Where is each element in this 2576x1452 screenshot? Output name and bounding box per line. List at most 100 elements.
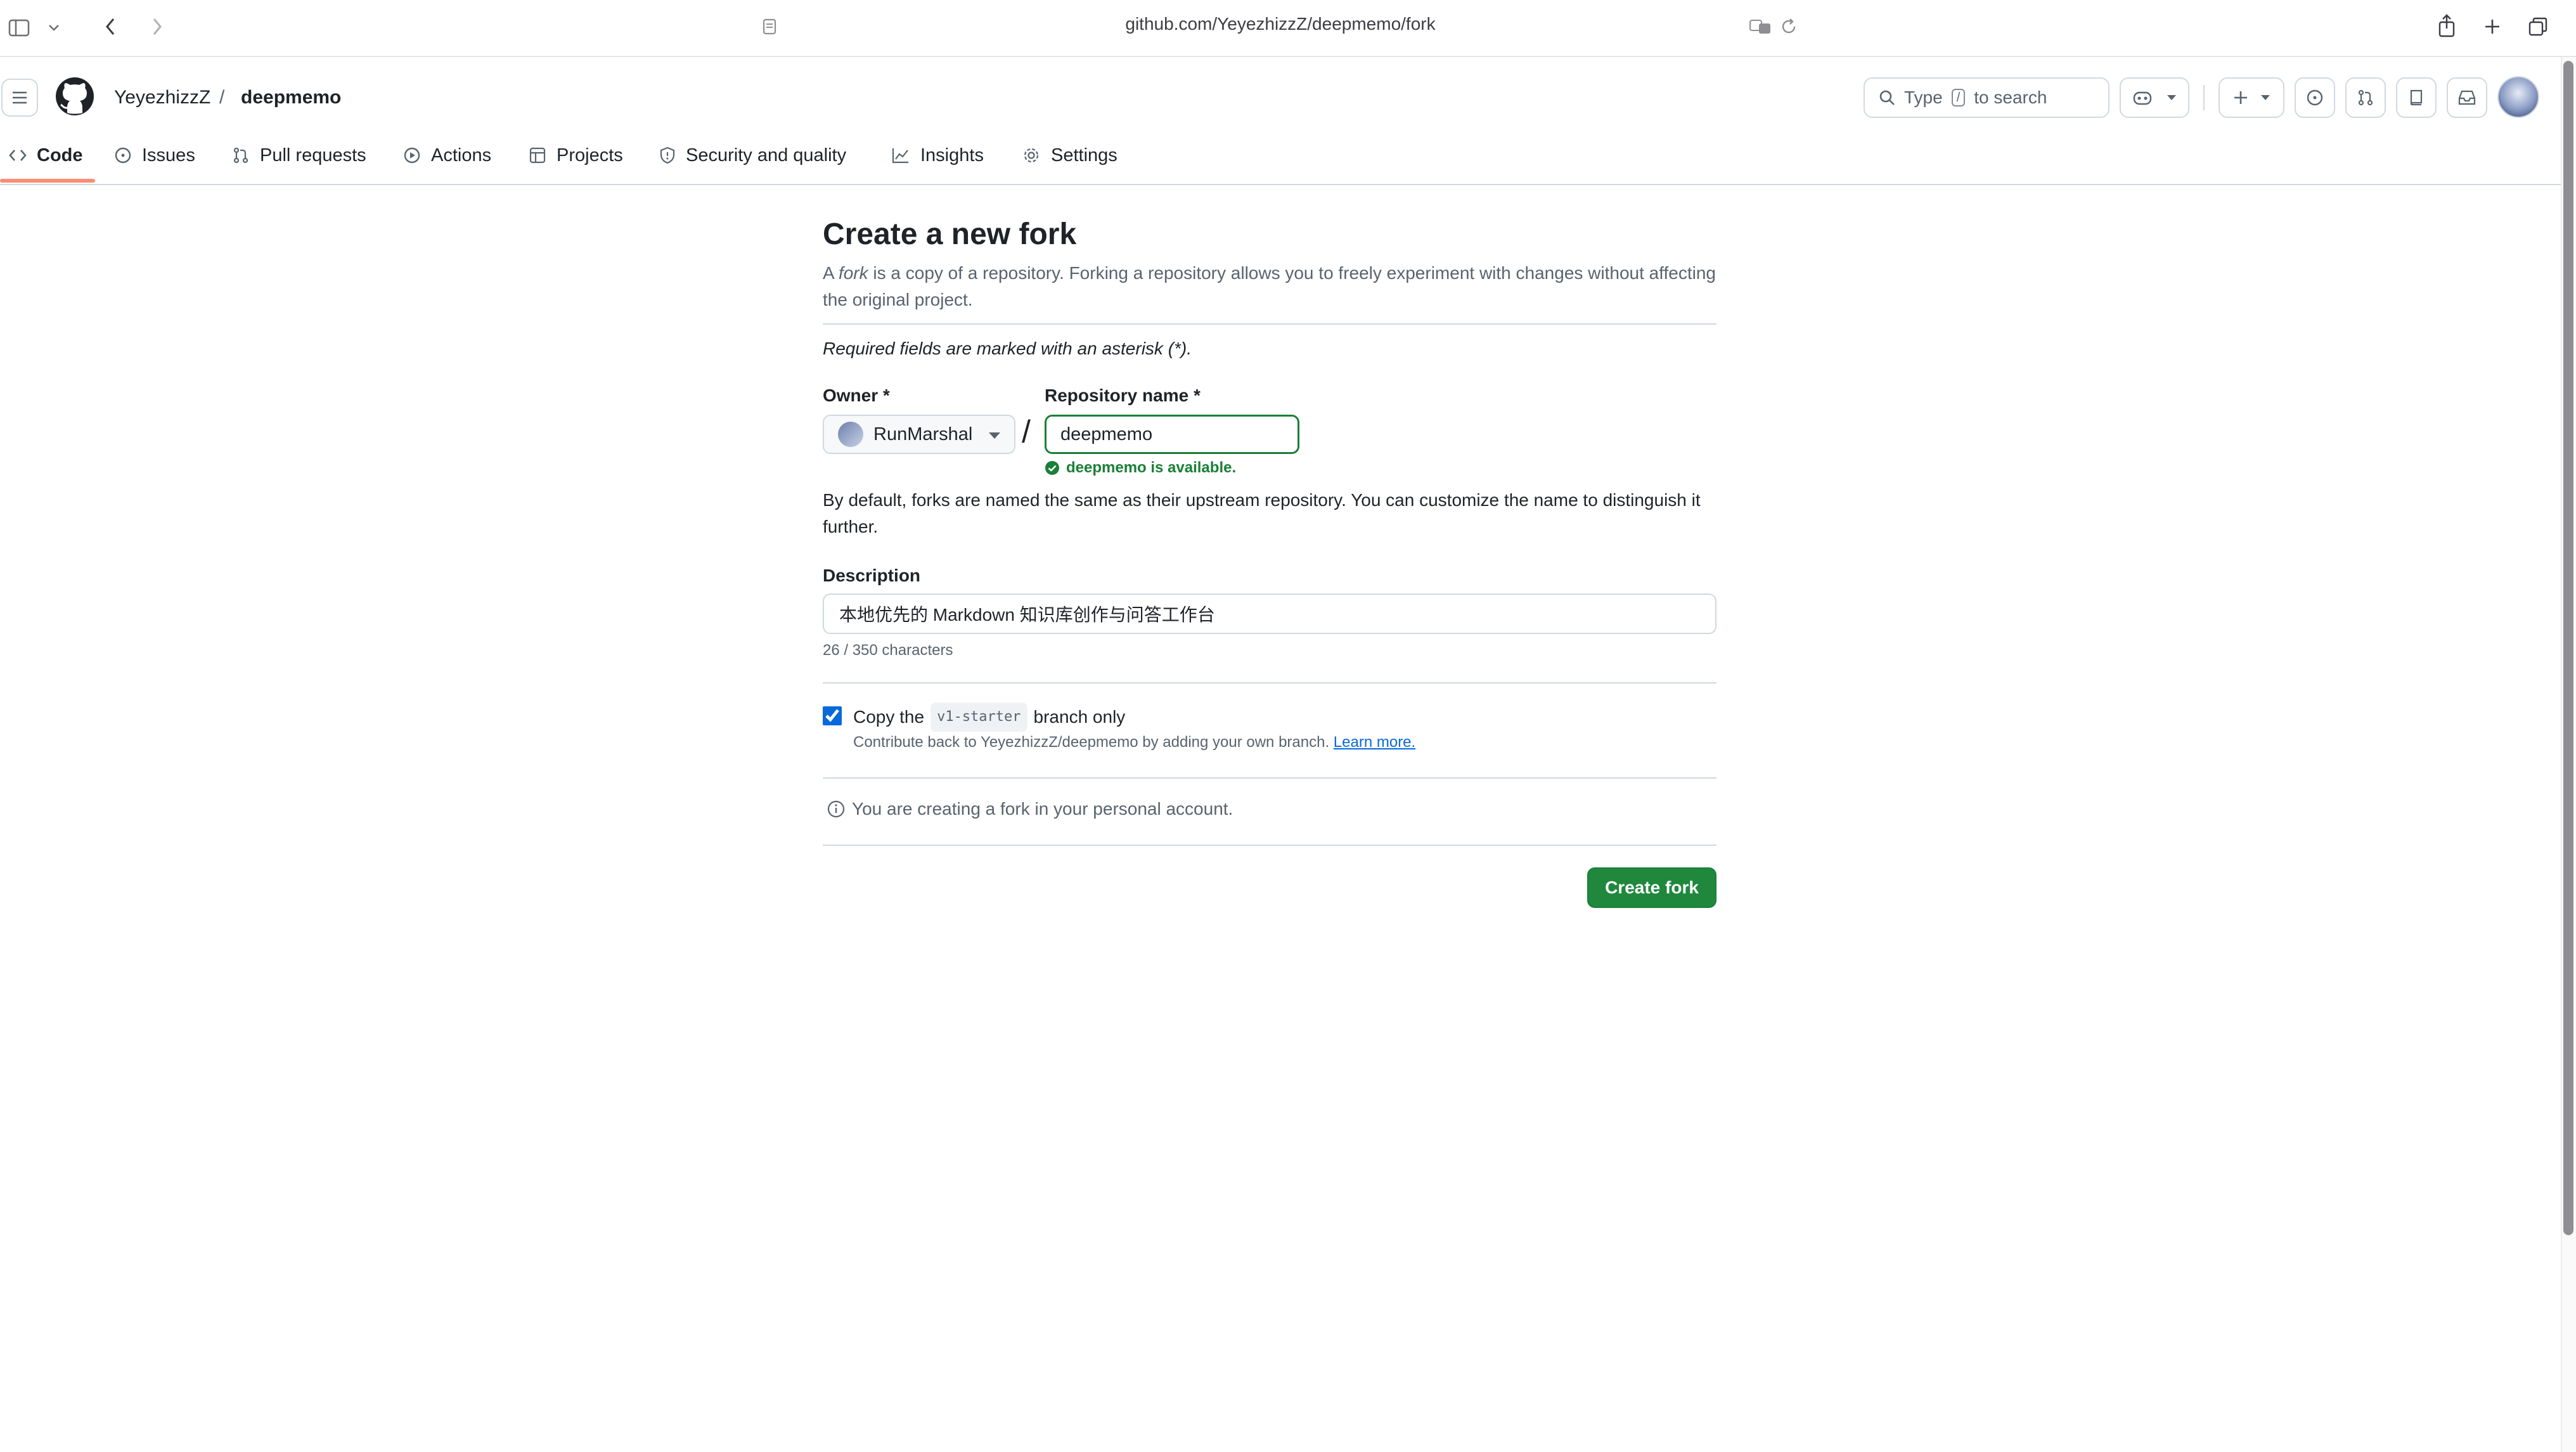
copy-prefix: Copy the	[853, 707, 925, 727]
github-header: YeyezhizzZ / deepmemo Type / to search C…	[0, 57, 2561, 185]
tab-projects[interactable]: Projects	[529, 134, 623, 176]
sidebar-toggle-icon[interactable]	[5, 15, 33, 41]
description-input[interactable]	[823, 593, 1716, 634]
owner-repo-separator: /	[1022, 414, 1031, 450]
search-input[interactable]: Type / to search	[1864, 77, 2109, 118]
personal-note-text: You are creating a fork in your personal…	[852, 799, 1233, 819]
github-logo-icon[interactable]	[55, 76, 95, 117]
search-prefix: Type	[1904, 88, 1943, 107]
issue-icon	[115, 147, 131, 164]
intro-fork-term: fork	[838, 263, 868, 283]
tab-projects-label: Projects	[557, 145, 623, 165]
pull-requests-button[interactable]	[2345, 77, 2386, 118]
divider	[823, 777, 1716, 779]
breadcrumb-repo[interactable]: deepmemo	[241, 85, 341, 110]
pull-request-icon	[2358, 89, 2373, 106]
active-tab-indicator	[0, 179, 95, 183]
create-new-button[interactable]	[2219, 77, 2284, 118]
tab-pull-requests-label: Pull requests	[260, 145, 366, 165]
tab-security[interactable]: Security and quality	[659, 134, 846, 176]
branch-name-chip: v1-starter	[931, 703, 1027, 732]
gear-icon	[1024, 148, 1039, 163]
pull-request-icon	[233, 147, 248, 164]
new-tab-icon[interactable]	[2480, 13, 2505, 41]
plus-icon	[2234, 91, 2247, 104]
divider	[823, 682, 1716, 684]
menu-button[interactable]	[1, 79, 38, 117]
search-suffix: to search	[1974, 88, 2047, 107]
header-divider	[2203, 85, 2205, 110]
owner-label: Owner *	[823, 386, 890, 405]
tab-issues[interactable]: Issues	[114, 134, 195, 176]
tab-code[interactable]: Code	[9, 134, 83, 176]
intro-suffix: is a copy of a repository. Forking a rep…	[823, 263, 1716, 309]
personal-account-note: You are creating a fork in your personal…	[827, 796, 1233, 822]
tab-actions[interactable]: Actions	[403, 134, 491, 176]
tab-actions-label: Actions	[431, 145, 492, 165]
issues-button[interactable]	[2295, 77, 2335, 118]
caret-down-icon	[989, 432, 1000, 439]
avatar[interactable]	[2497, 76, 2539, 118]
search-shortcut-key: /	[1951, 89, 1966, 107]
issue-icon	[2307, 89, 2323, 106]
reload-icon[interactable]	[1777, 14, 1800, 39]
scrollbar-thumb[interactable]	[2563, 61, 2573, 1235]
repository-name-input[interactable]	[1045, 415, 1299, 454]
intro-text: A fork is a copy of a repository. Forkin…	[823, 260, 1716, 313]
contribute-text: Contribute back to YeyezhizzZ/deepmemo b…	[853, 734, 1330, 751]
inbox-button[interactable]	[2447, 77, 2487, 118]
breadcrumb-separator: /	[219, 87, 225, 108]
availability-text: deepmemo is available.	[1066, 459, 1237, 476]
tab-insights-label: Insights	[920, 145, 984, 165]
description-label: Description	[823, 566, 921, 585]
chevron-down-icon[interactable]	[44, 15, 63, 41]
copy-branch-checkbox[interactable]	[823, 706, 842, 725]
tab-insights[interactable]: Insights	[891, 134, 984, 176]
shield-icon	[660, 146, 675, 164]
check-circle-icon	[1045, 461, 1059, 475]
default-name-note: By default, forks are named the same as …	[823, 490, 1701, 536]
divider	[823, 845, 1716, 846]
repo-icon	[2410, 89, 2423, 106]
translate-icon[interactable]	[1747, 14, 1775, 39]
learn-more-link[interactable]: Learn more.	[1334, 734, 1415, 751]
tab-security-label: Security and quality	[686, 145, 847, 165]
owner-select[interactable]: RunMarshal	[823, 415, 1015, 454]
intro-prefix: A	[823, 263, 839, 283]
browser-toolbar: github.com/YeyezhizzZ/deepmemo/fork	[0, 0, 2576, 57]
copilot-icon	[2133, 91, 2152, 105]
share-icon[interactable]	[2434, 10, 2459, 41]
character-count: 26 / 350 characters	[823, 642, 953, 659]
copilot-button[interactable]	[2120, 77, 2189, 118]
create-fork-button[interactable]: Create fork	[1587, 867, 1716, 908]
tab-issues-label: Issues	[142, 145, 195, 165]
info-icon	[827, 800, 845, 818]
copy-branch-label[interactable]: Copy the v1-starter branch only	[853, 703, 1125, 732]
tab-pull-requests[interactable]: Pull requests	[232, 134, 366, 176]
address-bar-url[interactable]: github.com/YeyezhizzZ/deepmemo/fork	[951, 13, 1610, 36]
repositories-button[interactable]	[2396, 77, 2437, 118]
tab-code-label: Code	[37, 145, 83, 165]
owner-avatar	[838, 422, 863, 447]
table-icon	[529, 147, 546, 164]
caret-down-icon	[2261, 95, 2270, 100]
page-icon[interactable]	[758, 14, 781, 39]
tab-overview-icon[interactable]	[2525, 13, 2551, 41]
play-icon	[404, 147, 420, 164]
repository-name-label: Repository name *	[1045, 386, 1201, 405]
tab-settings[interactable]: Settings	[1022, 134, 1117, 176]
breadcrumb-owner[interactable]: YeyezhizzZ	[114, 85, 210, 110]
availability-message: deepmemo is available.	[1045, 457, 1236, 479]
caret-down-icon	[2167, 95, 2176, 100]
divider	[823, 323, 1716, 325]
contribute-note: Contribute back to YeyezhizzZ/deepmemo b…	[853, 732, 1415, 753]
search-icon	[1879, 90, 1895, 105]
graph-icon	[892, 148, 908, 164]
hamburger-icon	[13, 91, 27, 104]
code-icon	[9, 150, 27, 161]
forward-icon[interactable]	[145, 13, 170, 41]
copy-suffix: branch only	[1033, 707, 1126, 727]
back-icon[interactable]	[98, 13, 123, 41]
tab-settings-label: Settings	[1051, 145, 1117, 165]
required-fields-note: Required fields are marked with an aster…	[823, 339, 1192, 358]
